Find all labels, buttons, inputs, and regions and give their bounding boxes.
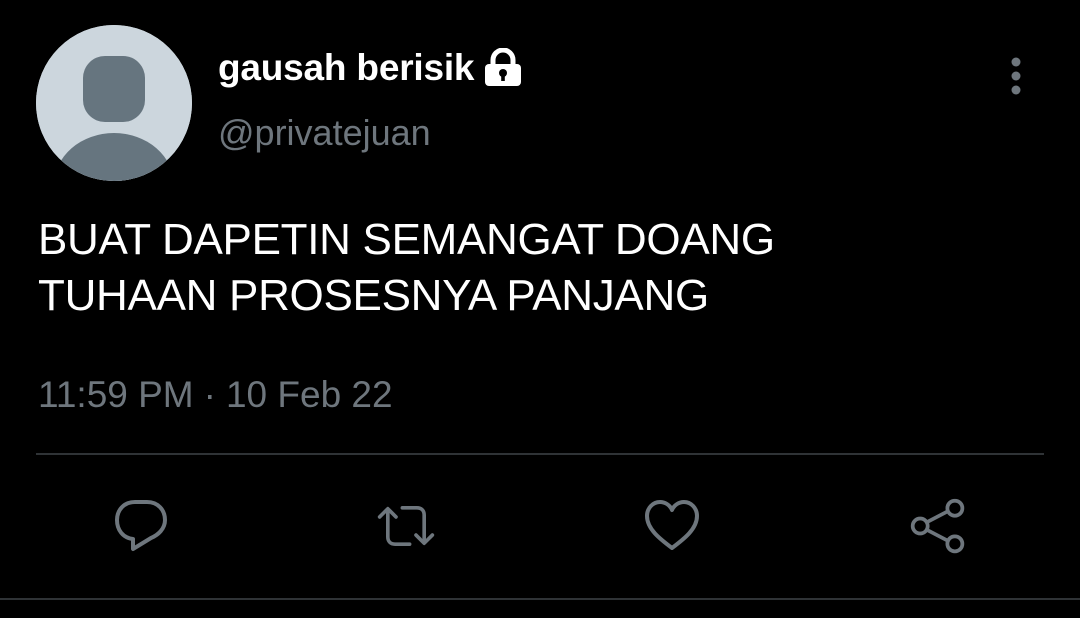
reply-icon (115, 500, 167, 551)
retweet-button[interactable] (376, 496, 436, 556)
divider (36, 453, 1044, 455)
tweet-timestamp[interactable]: 11:59 PM · 10 Feb 22 (38, 374, 393, 416)
retweet-icon (377, 506, 435, 547)
share-icon (910, 498, 965, 554)
heart-icon (645, 500, 699, 550)
author-name-row: gausah berisik (218, 44, 524, 92)
user-handle[interactable]: @privatejuan (218, 112, 431, 154)
timestamp-separator: · (203, 374, 216, 415)
tweet-card: gausah berisik @privatejuan BUAT DAPETIN… (0, 0, 1080, 618)
more-vertical-icon (1011, 57, 1021, 95)
lock-icon (482, 48, 524, 88)
share-button[interactable] (908, 496, 968, 556)
like-button[interactable] (642, 496, 702, 556)
bottom-divider (0, 598, 1080, 600)
tweet-date: 10 Feb 22 (225, 374, 393, 415)
avatar[interactable] (36, 25, 192, 181)
display-name[interactable]: gausah berisik (218, 47, 475, 89)
default-avatar-icon (36, 25, 192, 181)
reply-button[interactable] (111, 496, 171, 556)
more-options-button[interactable] (996, 52, 1036, 100)
tweet-text: BUAT DAPETIN SEMANGAT DOANG TUHAAN PROSE… (38, 215, 775, 320)
tweet-time: 11:59 PM (38, 374, 194, 415)
